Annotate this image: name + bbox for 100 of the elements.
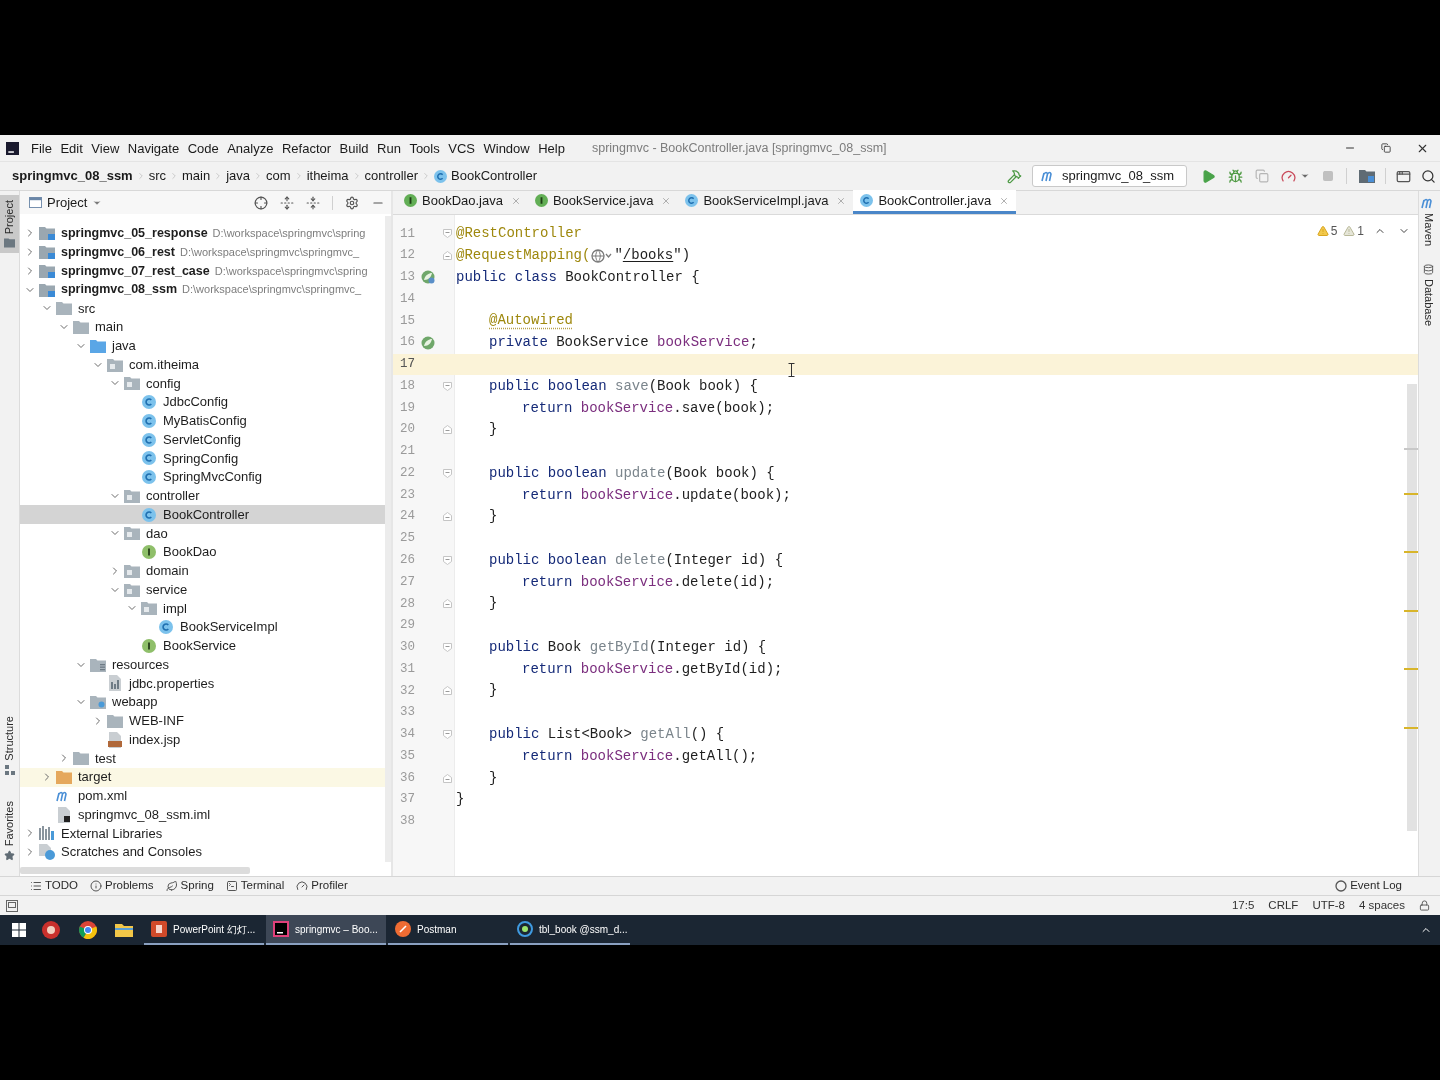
breadcrumb[interactable]: main — [182, 166, 211, 186]
breadcrumb[interactable]: springmvc_08_ssm — [12, 166, 133, 186]
menu-item[interactable]: VCS — [448, 141, 475, 155]
browser-icon[interactable] — [79, 921, 97, 939]
breadcrumb[interactable]: java — [226, 166, 251, 186]
fold-marker-icon[interactable] — [443, 468, 452, 478]
fold-marker-icon[interactable] — [443, 642, 452, 652]
menu-item[interactable]: Navigate — [127, 141, 180, 155]
fold-marker-icon[interactable] — [443, 229, 452, 239]
close-tab-icon[interactable] — [510, 195, 521, 206]
tool-window-button[interactable]: Spring — [165, 877, 214, 895]
close-tab-icon[interactable] — [999, 195, 1010, 206]
package-folder-icon — [124, 582, 140, 597]
warnings-counter[interactable]: 5 — [1316, 222, 1338, 240]
tool-window-button[interactable]: TODO — [30, 877, 78, 895]
fold-marker-icon[interactable] — [443, 773, 452, 783]
run-configuration-dropdown[interactable]: springmvc_08_ssm — [1032, 165, 1187, 187]
panel-toggle-icon[interactable] — [6, 899, 18, 912]
fold-marker-icon[interactable] — [443, 381, 452, 391]
breadcrumb[interactable]: controller — [364, 166, 419, 186]
indent-setting[interactable]: 4 spaces — [1358, 896, 1405, 915]
menu-item[interactable]: Analyze — [227, 141, 274, 155]
tool-window-button[interactable]: Profiler — [296, 877, 348, 895]
play-icon[interactable] — [1201, 168, 1216, 184]
folder-icon[interactable] — [115, 923, 133, 937]
tool-window-tab[interactable]: Project — [0, 195, 19, 254]
crosshair-icon[interactable] — [254, 195, 268, 210]
stop-icon[interactable] — [1322, 170, 1334, 182]
taskbar-window[interactable]: tbl_book @ssm_d... — [510, 915, 630, 945]
error-stripe-marker[interactable] — [1404, 493, 1418, 495]
taskbar-window[interactable]: PowerPoint 幻灯... — [144, 915, 264, 945]
taskbar-window[interactable]: Postman — [388, 915, 508, 945]
weak-warnings-counter[interactable]: 1 — [1343, 222, 1364, 240]
tool-window-button[interactable]: Terminal — [225, 877, 285, 895]
fold-marker-icon[interactable] — [443, 512, 452, 522]
lock-icon[interactable] — [1419, 900, 1430, 911]
tree-item[interactable]: BookController — [20, 505, 385, 524]
editor-tab[interactable]: BookServiceImpl.java — [678, 190, 854, 214]
editor-tab[interactable]: BookDao.java — [397, 190, 528, 214]
breadcrumb[interactable]: src — [148, 166, 167, 186]
postman-app-icon — [395, 921, 411, 937]
leaf-icon[interactable] — [421, 270, 435, 285]
fold-marker-icon[interactable] — [443, 555, 452, 565]
copy-icon[interactable] — [1255, 169, 1269, 183]
menu-item[interactable]: Edit — [60, 141, 83, 155]
text-cursor-icon — [788, 363, 795, 377]
project-view-dropdown[interactable]: Project — [29, 192, 103, 213]
menu-item[interactable]: Tools — [409, 141, 440, 155]
bug-icon[interactable] — [1228, 168, 1243, 184]
menu-item[interactable]: Run — [377, 141, 401, 155]
caret-position[interactable]: 17:5 — [1231, 896, 1255, 915]
fold-marker-icon[interactable] — [443, 686, 452, 696]
error-stripe-marker[interactable] — [1404, 727, 1418, 729]
menu-item[interactable]: Help — [538, 141, 565, 155]
close-tab-icon[interactable] — [661, 195, 672, 206]
scrollbar-track[interactable] — [385, 216, 391, 862]
hammer-icon[interactable] — [1007, 168, 1022, 184]
menu-item[interactable]: Window — [483, 141, 530, 155]
window-icon[interactable] — [1396, 168, 1411, 184]
caret-icon[interactable] — [1300, 171, 1310, 181]
line-separator[interactable]: CRLF — [1268, 896, 1299, 915]
event-log-button[interactable]: Event Log — [1335, 877, 1402, 895]
menu-item[interactable]: View — [91, 141, 120, 155]
windows-start-icon[interactable] — [12, 923, 26, 937]
fold-marker-icon[interactable] — [443, 425, 452, 435]
tool-window-button[interactable]: Problems — [90, 877, 154, 895]
error-stripe-marker[interactable] — [1404, 668, 1418, 670]
fold-marker-icon[interactable] — [443, 251, 452, 261]
globe-dropdown-icon[interactable] — [591, 248, 614, 263]
tool-window-tab[interactable]: Structure — [0, 711, 19, 780]
collapse-all-icon[interactable] — [306, 195, 320, 210]
scrollbar-thumb[interactable] — [1407, 384, 1417, 831]
menu-item[interactable]: Refactor — [281, 141, 332, 155]
breadcrumb[interactable]: itheima — [306, 166, 349, 186]
gauge-icon[interactable] — [1281, 168, 1296, 184]
settings-icon[interactable] — [345, 195, 359, 210]
editor-tab[interactable]: BookController.java — [853, 190, 1017, 214]
menu-item[interactable]: Build — [339, 141, 369, 155]
tool-window-tab[interactable]: Favorites — [0, 795, 19, 866]
error-stripe-marker[interactable] — [1404, 610, 1418, 612]
file-encoding[interactable]: UTF-8 — [1312, 896, 1345, 915]
breadcrumb[interactable]: com — [266, 166, 291, 186]
editor-tab[interactable]: BookService.java — [527, 190, 679, 214]
fold-marker-icon[interactable] — [443, 730, 452, 739]
menu-item[interactable]: File — [31, 141, 52, 155]
close-tab-icon[interactable] — [836, 195, 847, 206]
taskbar-window[interactable]: springmvc – Boo... — [266, 915, 386, 945]
search-icon[interactable] — [1421, 168, 1436, 184]
tool-window-tab[interactable]: Maven — [1420, 197, 1437, 247]
leaf-icon[interactable] — [421, 335, 435, 350]
horizontal-scrollbar[interactable] — [20, 866, 250, 874]
menu-item[interactable]: Code — [187, 141, 219, 155]
app-icon[interactable] — [42, 921, 60, 939]
tool-window-tab[interactable]: Database — [1420, 264, 1437, 327]
expand-all-icon[interactable] — [280, 195, 294, 210]
fold-marker-icon[interactable] — [443, 599, 452, 609]
folder-icon[interactable] — [1359, 169, 1375, 183]
breadcrumb[interactable]: BookController — [434, 166, 538, 186]
line-number: 32 — [399, 682, 415, 700]
error-stripe-marker[interactable] — [1404, 551, 1418, 553]
